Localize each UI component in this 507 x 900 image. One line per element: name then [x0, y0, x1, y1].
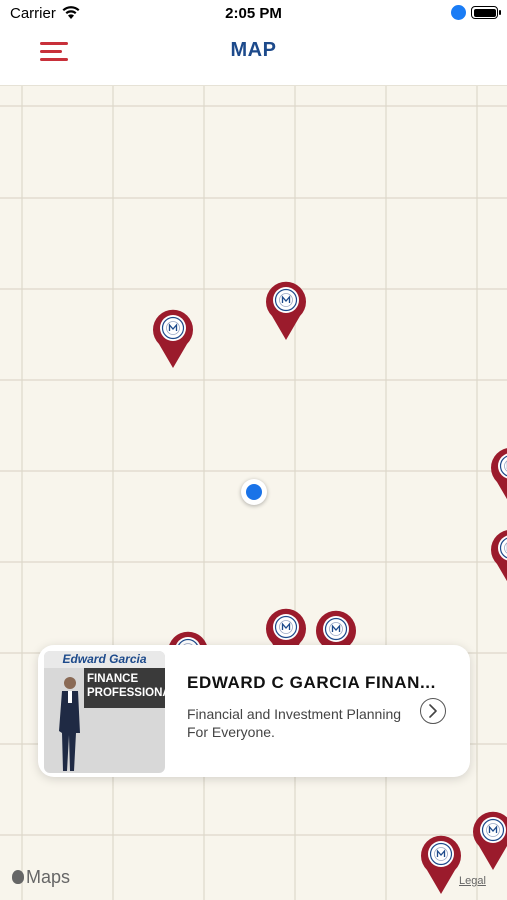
location-pin-icon[interactable] [419, 834, 463, 896]
business-title: EDWARD C GARCIA FINAN... [187, 673, 436, 692]
location-pin-icon[interactable] [471, 810, 507, 872]
user-location-dot [241, 479, 267, 505]
banner-line-2: PROFESSIONAL [87, 687, 165, 699]
location-pin-icon[interactable] [264, 280, 308, 342]
maps-label: Maps [26, 867, 71, 887]
pin-shape [473, 811, 507, 870]
business-card[interactable]: Edward Garcia FINANCE PROFESSIONAL EDWAR… [38, 645, 470, 777]
navigation-bar: MAP [0, 30, 507, 86]
pin-shape [491, 448, 507, 500]
battery-icon [471, 6, 501, 19]
page-title: MAP [230, 39, 277, 61]
apple-logo-icon [12, 870, 24, 884]
thumbnail-banner: FINANCE PROFESSIONAL [84, 668, 165, 708]
business-thumbnail: Edward Garcia FINANCE PROFESSIONAL [44, 651, 165, 773]
map-view[interactable] [0, 86, 507, 900]
chevron-right-icon [429, 704, 437, 718]
thumbnail-name: Edward Garcia [62, 652, 147, 666]
person-photo [59, 677, 80, 771]
banner-line-1: FINANCE [87, 673, 139, 685]
legal-link[interactable]: Legal [459, 875, 486, 887]
maps-attribution: Maps [12, 867, 70, 888]
details-button[interactable] [420, 698, 446, 724]
location-pin-icon[interactable] [151, 308, 195, 370]
pin-shape [491, 530, 507, 582]
location-pin-icon[interactable] [489, 446, 507, 508]
clock: 2:05 PM [225, 5, 282, 22]
business-description: Financial and Investment Planning For Ev… [187, 706, 402, 740]
pin-shape [153, 309, 193, 368]
location-services-icon [451, 5, 466, 20]
pin-shape [421, 835, 461, 894]
location-pin-icon[interactable] [489, 528, 507, 590]
pin-shape [266, 281, 306, 340]
status-bar: Carrier 2:05 PM [0, 0, 507, 30]
